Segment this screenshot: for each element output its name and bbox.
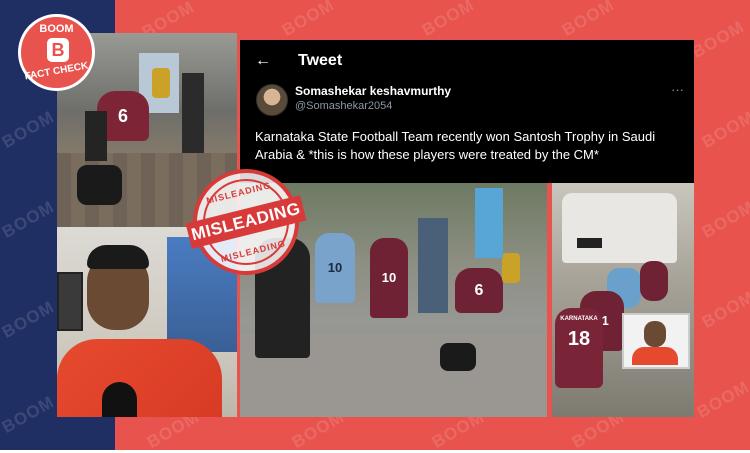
more-options-icon[interactable]: ··· [671, 82, 684, 97]
inset-face [644, 321, 666, 347]
avatar[interactable] [256, 84, 288, 116]
author-handle[interactable]: @Somashekar2054 [295, 100, 392, 112]
tweet-header-title: Tweet [298, 52, 343, 69]
inset-speaker-video [622, 313, 690, 369]
standing-person [418, 218, 448, 313]
standing-person-dark [182, 73, 204, 153]
car-grille [577, 238, 602, 248]
author-display-name[interactable]: Somashekar keshavmurthy [295, 84, 451, 98]
jersey-number: 10 [315, 233, 355, 303]
back-arrow-icon[interactable]: ← [255, 52, 271, 70]
jersey-text: KARNATAKA [560, 316, 598, 322]
hair [87, 245, 149, 269]
tweet-text: Karnataka State Football Team recently w… [255, 129, 656, 162]
sitting-player-front: KARNATAKA 18 [555, 308, 603, 388]
duffel-bag [77, 165, 122, 205]
tweet-card: ← Tweet Somashekar keshavmurthy @Somashe… [240, 40, 694, 183]
trophy [152, 68, 170, 98]
microphone [102, 382, 137, 417]
jersey-number: 18 [567, 328, 591, 350]
photo-players-sitting-by-car: 11 KARNATAKA 18 [552, 183, 694, 417]
sitting-player [640, 261, 668, 301]
orange-shirt [57, 339, 222, 417]
white-car [562, 193, 677, 263]
jersey-number: 6 [455, 268, 503, 313]
inset-orange-shirt [632, 347, 678, 365]
person-blue-shirt [475, 188, 503, 258]
jersey-number: 10 [370, 238, 408, 318]
duffel-bag [440, 343, 476, 371]
wall-frame [57, 272, 83, 331]
logo-text-bottom: FACT CHECK [23, 60, 90, 83]
trophy [502, 253, 520, 283]
logo-text-top: BOOM [39, 23, 74, 35]
player-legs [85, 111, 107, 161]
logo-letter: B [47, 38, 69, 62]
boom-fact-check-logo: BOOM B FACT CHECK [18, 14, 95, 91]
